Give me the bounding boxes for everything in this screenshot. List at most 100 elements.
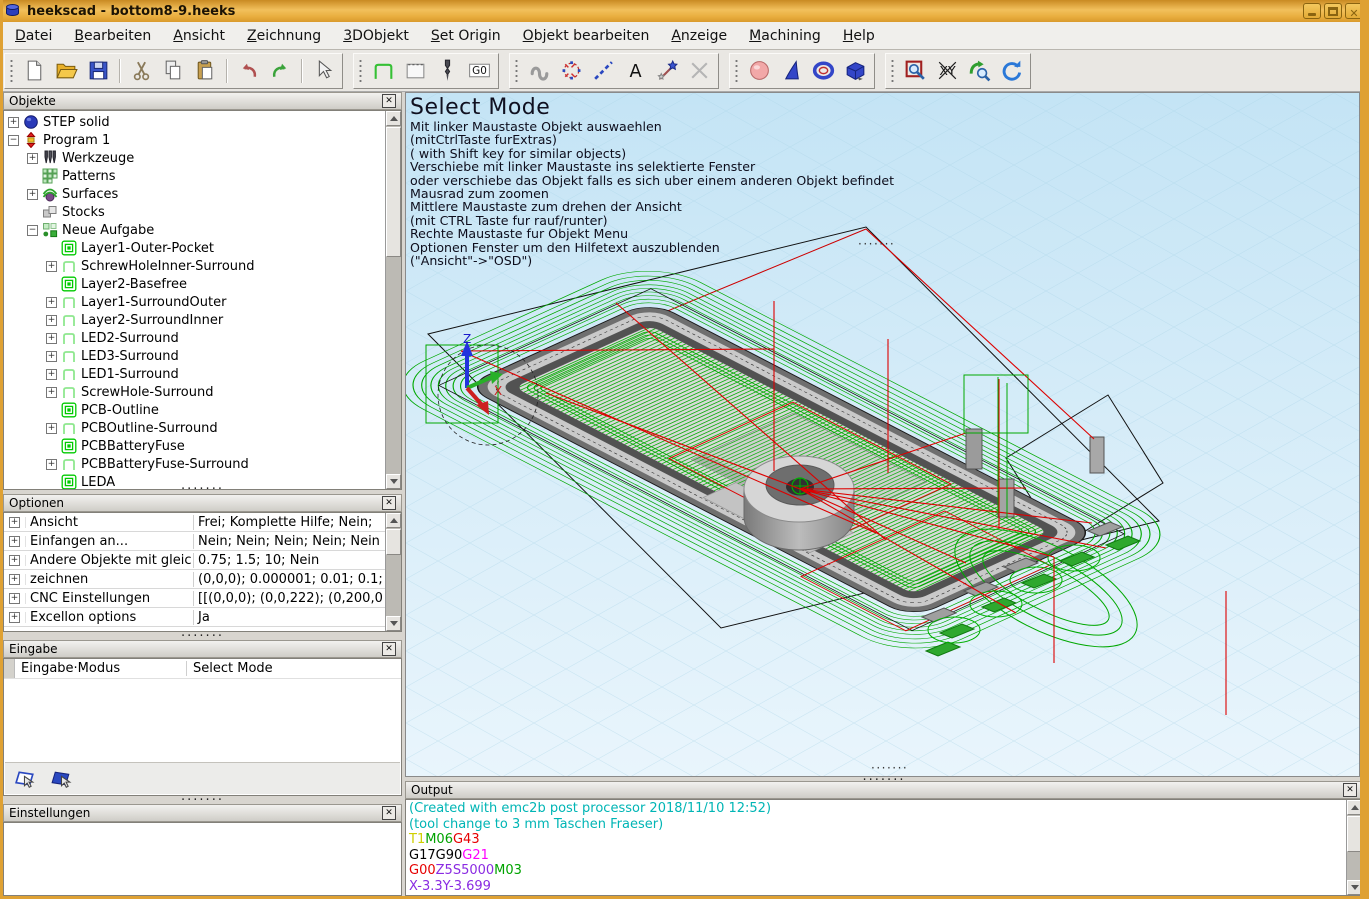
toolbar-grip[interactable] xyxy=(734,58,739,84)
panel-output-header[interactable]: Output xyxy=(405,781,1363,799)
tree-item-pcboutline-surround[interactable]: +PCBOutline-Surround xyxy=(4,419,385,437)
text-button[interactable]: A xyxy=(620,56,650,86)
title-bar[interactable]: heekscad - bottom8-9.heeks xyxy=(0,0,1369,22)
menu-item-zeichnung[interactable]: Zeichnung xyxy=(236,25,332,47)
expand-icon[interactable]: + xyxy=(46,315,57,326)
tree-item-layer2-surroundinner[interactable]: +Layer2-SurroundInner xyxy=(4,311,385,329)
copy-button[interactable] xyxy=(158,56,188,86)
option-row-excellon-options[interactable]: +Excellon optionsJa xyxy=(4,608,385,627)
scroll-up-icon[interactable] xyxy=(386,513,401,528)
toolbar-grip[interactable] xyxy=(9,58,14,84)
cut-button[interactable] xyxy=(126,56,156,86)
tree-item-patterns[interactable]: Patterns xyxy=(4,167,385,185)
expand-icon[interactable]: + xyxy=(46,333,57,344)
close-button[interactable] xyxy=(1345,3,1363,19)
expand-icon[interactable]: + xyxy=(46,459,57,470)
objekte-scrollbar[interactable] xyxy=(385,111,401,489)
option-row-einfangen-an[interactable]: +Einfangen an...Nein; Nein; Nein; Nein; … xyxy=(4,532,385,551)
sketch-line-button[interactable] xyxy=(588,56,618,86)
scroll-down-icon[interactable] xyxy=(1347,880,1362,895)
menu-item-3dobjekt[interactable]: 3DObjekt xyxy=(332,25,420,47)
option-row-ansicht[interactable]: +AnsichtFrei; Komplette Hilfe; Nein; xyxy=(4,513,385,532)
expand-cell[interactable]: + xyxy=(4,536,26,547)
tree-item-layer2-basefree[interactable]: Layer2-Basefree xyxy=(4,275,385,293)
menu-item-help[interactable]: Help xyxy=(832,25,886,47)
minimize-button[interactable] xyxy=(1303,3,1321,19)
option-value[interactable]: 0.75; 1.5; 10; Nein xyxy=(194,553,385,568)
menu-item-datei[interactable]: Datei xyxy=(4,25,63,47)
optionen-scrollbar[interactable] xyxy=(385,513,401,631)
menu-item-ansicht[interactable]: Ansicht xyxy=(162,25,236,47)
save-button[interactable] xyxy=(83,56,113,86)
option-row-andere-objekte-mit-gleic[interactable]: +Andere Objekte mit gleic0.75; 1.5; 10; … xyxy=(4,551,385,570)
expand-cell[interactable]: + xyxy=(4,555,26,566)
block-button[interactable] xyxy=(840,56,870,86)
option-value[interactable]: Ja xyxy=(194,610,385,625)
tree-item-stocks[interactable]: Stocks xyxy=(4,203,385,221)
menu-item-set-origin[interactable]: Set Origin xyxy=(420,25,512,47)
option-value[interactable]: [[(0,0,0); (0,0,222); (0,200,0 xyxy=(194,591,385,606)
tree-item-schrewholeinner-surround[interactable]: +SchrewHoleInner-Surround xyxy=(4,257,385,275)
tree-item-led3-surround[interactable]: +LED3-Surround xyxy=(4,347,385,365)
toolbar-grip[interactable] xyxy=(890,58,895,84)
tree-item-program-1[interactable]: −Program 1 xyxy=(4,131,385,149)
undo-button[interactable] xyxy=(233,56,263,86)
toolbar-grip[interactable] xyxy=(514,58,519,84)
panel-output-close-icon[interactable] xyxy=(1343,783,1357,797)
tree-item-neue-aufgabe[interactable]: −Neue Aufgabe xyxy=(4,221,385,239)
collapse-icon[interactable]: − xyxy=(27,225,38,236)
panel-optionen-close-icon[interactable] xyxy=(382,496,396,510)
expand-icon[interactable]: + xyxy=(9,555,20,566)
scroll-thumb[interactable] xyxy=(386,529,401,555)
option-row-zeichnen[interactable]: +zeichnen(0,0,0); 0.000001; 0.01; 0.1; xyxy=(4,570,385,589)
collapse-icon[interactable]: − xyxy=(8,135,19,146)
expand-icon[interactable]: + xyxy=(46,261,57,272)
panel-eingabe-header[interactable]: Eingabe xyxy=(3,640,402,658)
option-row-cnc-einstellungen[interactable]: +CNC Einstellungen[[(0,0,0); (0,0,222); … xyxy=(4,589,385,608)
open-button[interactable] xyxy=(51,56,81,86)
tree-item-surfaces[interactable]: +Surfaces xyxy=(4,185,385,203)
tree-item-led2-surround[interactable]: +LED2-Surround xyxy=(4,329,385,347)
zoom-window-button[interactable] xyxy=(900,56,930,86)
pick-button[interactable] xyxy=(11,765,39,793)
sphere-button[interactable] xyxy=(744,56,774,86)
expand-icon[interactable]: + xyxy=(9,574,20,585)
expand-cell[interactable]: + xyxy=(4,574,26,585)
torus-button[interactable] xyxy=(808,56,838,86)
drill-button[interactable] xyxy=(432,56,462,86)
expand-icon[interactable]: + xyxy=(8,117,19,128)
expand-icon[interactable]: + xyxy=(27,153,38,164)
splitter-objekte-optionen[interactable] xyxy=(3,486,402,494)
expand-icon[interactable]: + xyxy=(9,517,20,528)
scroll-up-icon[interactable] xyxy=(386,111,401,126)
profile-button[interactable] xyxy=(368,56,398,86)
rapid-g0-button[interactable]: G0 xyxy=(464,56,494,86)
redraw-button[interactable] xyxy=(996,56,1026,86)
expand-icon[interactable]: + xyxy=(46,351,57,362)
3d-viewport[interactable]: Z X Select Mode Mit linker Maustaste Obj… xyxy=(405,92,1360,777)
option-value[interactable]: (0,0,0); 0.000001; 0.01; 0.1; xyxy=(194,572,385,587)
paste-button[interactable] xyxy=(190,56,220,86)
expand-icon[interactable]: + xyxy=(46,297,57,308)
new-button[interactable] xyxy=(19,56,49,86)
input-mode-row[interactable]: Eingabe·Modus Select Mode xyxy=(4,659,401,679)
menu-item-bearbeiten[interactable]: Bearbeiten xyxy=(63,25,162,47)
tree-item-step-solid[interactable]: +STEP solid xyxy=(4,113,385,131)
cross-button[interactable] xyxy=(684,56,714,86)
pick-window-button[interactable] xyxy=(47,765,75,793)
sketch-curve-button[interactable] xyxy=(524,56,554,86)
tree-item-screwhole-surround[interactable]: +ScrewHole-Surround xyxy=(4,383,385,401)
menu-item-objekt-bearbeiten[interactable]: Objekt bearbeiten xyxy=(512,25,661,47)
tree-item-pcbbatteryfuse-surround[interactable]: +PCBBatteryFuse-Surround xyxy=(4,455,385,473)
expand-icon[interactable]: + xyxy=(27,189,38,200)
scroll-down-icon[interactable] xyxy=(386,616,401,631)
tree-item-led1-surround[interactable]: +LED1-Surround xyxy=(4,365,385,383)
toolbar-grip[interactable] xyxy=(358,58,363,84)
menu-item-anzeige[interactable]: Anzeige xyxy=(660,25,738,47)
panel-optionen-header[interactable]: Optionen xyxy=(3,494,402,512)
option-value[interactable]: Frei; Komplette Hilfe; Nein; xyxy=(194,515,385,530)
expand-icon[interactable]: + xyxy=(46,369,57,380)
wand-button[interactable] xyxy=(652,56,682,86)
xy-plane-button[interactable]: XY xyxy=(932,56,962,86)
panel-einstellungen-close-icon[interactable] xyxy=(382,806,396,820)
